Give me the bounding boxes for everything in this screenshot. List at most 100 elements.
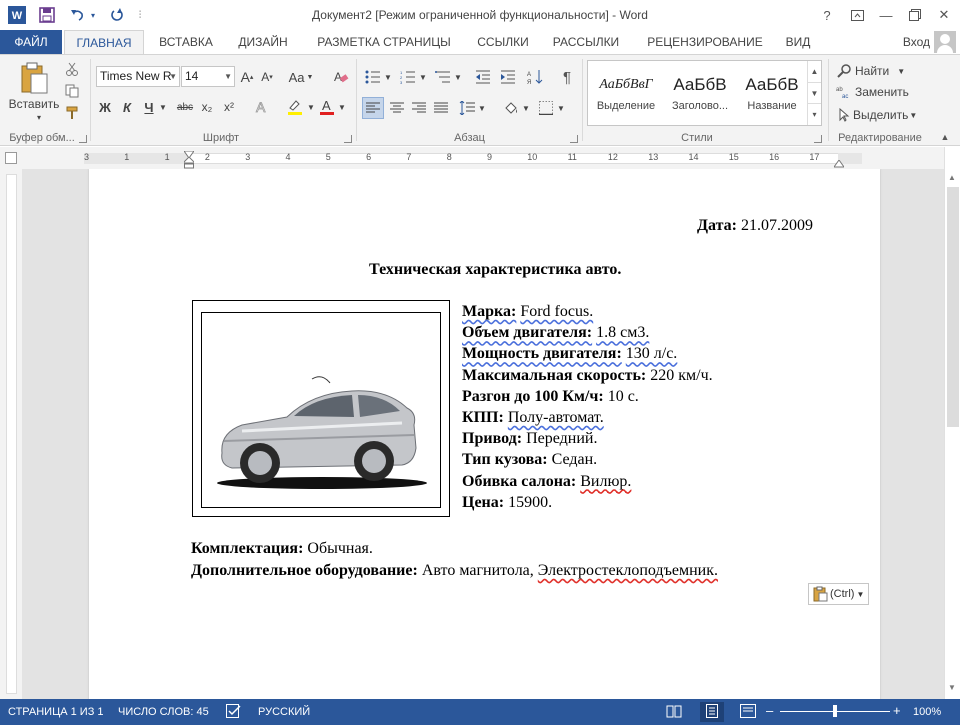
- proofing-icon[interactable]: [226, 704, 242, 721]
- vertical-ruler-bar[interactable]: [6, 174, 17, 694]
- multilevel-dropdown-icon[interactable]: ▼: [454, 67, 462, 87]
- ruler-bar[interactable]: [84, 153, 862, 164]
- decrease-indent-icon[interactable]: [472, 67, 494, 87]
- paste-button[interactable]: Вставить: [5, 96, 63, 112]
- zoom-level[interactable]: 100%: [913, 706, 941, 718]
- bullets-dropdown-icon[interactable]: ▼: [384, 67, 392, 87]
- paste-icon[interactable]: [14, 59, 54, 97]
- styles-scroll-down-icon[interactable]: ▼: [808, 82, 821, 103]
- copy-icon[interactable]: [63, 83, 81, 99]
- tab-page-layout[interactable]: РАЗМЕТКА СТРАНИЦЫ: [305, 30, 463, 54]
- first-line-indent-icon[interactable]: [183, 148, 195, 159]
- clipboard-group-label: Буфер обм...: [9, 132, 75, 144]
- tab-view[interactable]: ВИД: [778, 30, 818, 54]
- sort-icon[interactable]: AЯ: [524, 67, 546, 87]
- tab-file[interactable]: ФАЙЛ: [0, 30, 62, 54]
- line-spacing-dropdown-icon[interactable]: ▼: [478, 97, 486, 119]
- paste-dropdown-icon[interactable]: ▾: [35, 112, 43, 122]
- shrink-font-icon[interactable]: A ▾: [258, 67, 276, 87]
- grow-font-icon[interactable]: A ▴: [238, 67, 256, 87]
- vertical-scrollbar[interactable]: ▲ ▼: [944, 147, 960, 699]
- format-painter-icon[interactable]: [63, 105, 81, 121]
- scrollbar-thumb[interactable]: [947, 187, 959, 427]
- scroll-up-icon[interactable]: ▲: [948, 173, 956, 182]
- tab-mailings[interactable]: РАССЫЛКИ: [546, 30, 626, 54]
- zoom-slider-thumb[interactable]: [833, 705, 837, 717]
- borders-icon[interactable]: [535, 97, 557, 119]
- tab-selector-icon[interactable]: [5, 152, 17, 164]
- hanging-indent-icon[interactable]: [183, 156, 195, 169]
- print-layout-icon[interactable]: [700, 702, 724, 722]
- style-emphasis[interactable]: АаБбВвГ Выделение: [590, 61, 662, 125]
- align-center-icon[interactable]: [386, 97, 408, 119]
- bullets-icon[interactable]: [362, 67, 384, 87]
- multilevel-list-icon[interactable]: [432, 67, 454, 87]
- show-formatting-marks-icon[interactable]: ¶: [556, 67, 578, 87]
- sign-in-link[interactable]: Вход: [903, 30, 930, 54]
- tab-references[interactable]: ССЫЛКИ: [468, 30, 538, 54]
- highlight-color-icon[interactable]: [283, 97, 307, 117]
- zoom-out-button[interactable]: –: [766, 703, 773, 718]
- superscript-button[interactable]: x²: [220, 97, 238, 117]
- select-button[interactable]: Выделить ▼: [836, 106, 922, 124]
- zoom-in-button[interactable]: +: [893, 703, 901, 718]
- close-button[interactable]: ✕: [932, 4, 956, 26]
- cut-icon[interactable]: [63, 61, 81, 77]
- spec-value: Вилюр.: [580, 472, 632, 490]
- right-indent-icon[interactable]: [833, 157, 845, 168]
- web-layout-icon[interactable]: [740, 704, 756, 721]
- align-left-icon[interactable]: [362, 97, 384, 119]
- font-color-dropdown-icon[interactable]: ▼: [338, 97, 346, 117]
- avatar[interactable]: [934, 31, 956, 53]
- font-color-icon[interactable]: A: [316, 97, 338, 117]
- numbering-dropdown-icon[interactable]: ▼: [419, 67, 427, 87]
- highlight-dropdown-icon[interactable]: ▼: [307, 97, 315, 117]
- line-spacing-icon[interactable]: [456, 97, 478, 119]
- ribbon-display-options-icon[interactable]: [845, 4, 869, 26]
- styles-launcher-icon[interactable]: [814, 135, 822, 143]
- read-mode-icon[interactable]: [666, 704, 682, 721]
- borders-dropdown-icon[interactable]: ▼: [557, 97, 565, 119]
- page-count[interactable]: СТРАНИЦА 1 ИЗ 1: [8, 706, 104, 718]
- font-name-select[interactable]: Times New R ▼: [96, 66, 180, 87]
- shading-dropdown-icon[interactable]: ▼: [522, 97, 530, 119]
- car-image[interactable]: [201, 312, 441, 508]
- text-effects-icon[interactable]: A: [250, 97, 274, 117]
- increase-indent-icon[interactable]: [497, 67, 519, 87]
- collapse-ribbon-icon[interactable]: ▲: [938, 131, 952, 143]
- car-image-frame[interactable]: [192, 300, 450, 517]
- italic-button[interactable]: К: [118, 97, 136, 117]
- justify-icon[interactable]: [430, 97, 452, 119]
- find-button[interactable]: Найти ▼: [836, 62, 914, 80]
- style-title[interactable]: АаБбВ Название: [736, 61, 808, 125]
- style-heading[interactable]: АаБбВ Заголово...: [664, 61, 736, 125]
- styles-more-icon[interactable]: ▾: [808, 103, 821, 124]
- subscript-button[interactable]: x₂: [198, 97, 216, 117]
- tab-insert[interactable]: ВСТАВКА: [150, 30, 222, 54]
- font-launcher-icon[interactable]: [344, 135, 352, 143]
- underline-dropdown-icon[interactable]: ▼: [158, 97, 168, 117]
- paragraph-launcher-icon[interactable]: [570, 135, 578, 143]
- clipboard-launcher-icon[interactable]: [79, 135, 87, 143]
- tab-review[interactable]: РЕЦЕНЗИРОВАНИЕ: [636, 30, 774, 54]
- shading-icon[interactable]: [500, 97, 522, 119]
- change-case-button[interactable]: Aa ▼: [286, 67, 316, 87]
- scroll-down-icon[interactable]: ▼: [948, 683, 956, 692]
- language[interactable]: РУССКИЙ: [258, 706, 310, 718]
- paste-options-button[interactable]: (Ctrl) ▼: [808, 583, 869, 605]
- numbering-icon[interactable]: 123: [397, 67, 419, 87]
- strikethrough-button[interactable]: abc: [174, 97, 196, 117]
- tab-design[interactable]: ДИЗАЙН: [228, 30, 298, 54]
- bold-button[interactable]: Ж: [96, 97, 114, 117]
- underline-button[interactable]: Ч: [140, 97, 158, 117]
- help-button[interactable]: ?: [815, 4, 839, 26]
- minimize-button[interactable]: —: [874, 4, 898, 26]
- clear-formatting-icon[interactable]: A: [331, 67, 351, 87]
- word-count[interactable]: ЧИСЛО СЛОВ: 45: [118, 706, 209, 718]
- tab-home[interactable]: ГЛАВНАЯ: [64, 30, 144, 55]
- align-right-icon[interactable]: [408, 97, 430, 119]
- replace-button[interactable]: ab ac Заменить: [836, 83, 918, 101]
- restore-icon[interactable]: [903, 4, 927, 26]
- styles-scroll-up-icon[interactable]: ▲: [808, 61, 821, 82]
- font-size-select[interactable]: 14 ▼: [181, 66, 235, 87]
